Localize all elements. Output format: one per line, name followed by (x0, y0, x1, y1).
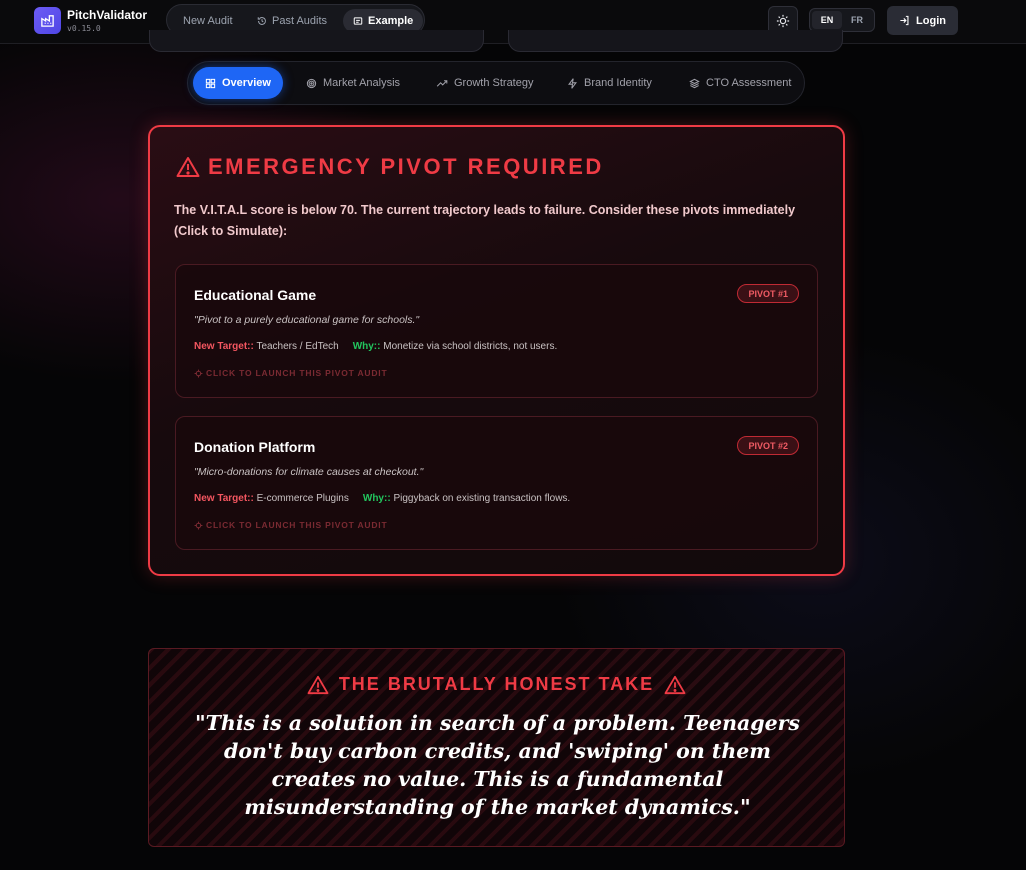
honest-take-title: THE BRUTALLY HONEST TAKE (149, 674, 844, 695)
pivot-badge: PIVOT #2 (737, 436, 799, 455)
language-switcher: EN FR (809, 8, 875, 32)
launch-label: CLICK TO LAUNCH THIS PIVOT AUDIT (206, 368, 388, 378)
warning-icon (307, 675, 329, 694)
emergency-description: The V.I.T.A.L score is below 70. The cur… (174, 203, 796, 238)
pivot-meta: New Target:: Teachers / EdTech Why:: Mon… (194, 341, 557, 352)
summary-card-left (149, 30, 484, 52)
launch-pivot-link[interactable]: CLICK TO LAUNCH THIS PIVOT AUDIT (194, 368, 387, 378)
pivot-badge: PIVOT #1 (737, 284, 799, 303)
lang-en-button[interactable]: EN (812, 11, 842, 29)
pivot-quote: "Pivot to a purely educational game for … (194, 314, 420, 326)
emergency-pivot-panel: EMERGENCY PIVOT REQUIRED The V.I.T.A.L s… (148, 125, 845, 576)
pivot-target: New Target:: E-commerce Plugins (194, 493, 349, 504)
crosshair-icon (194, 369, 203, 377)
tab-label: Brand Identity (584, 77, 652, 89)
target-label: New Target:: (194, 493, 254, 504)
brand-name: PitchValidator (67, 8, 148, 22)
why-value: Monetize via school districts, not users… (383, 341, 558, 352)
lang-fr-button[interactable]: FR (842, 11, 872, 29)
tab-brand-identity[interactable]: Brand Identity (555, 67, 664, 99)
sun-icon (776, 14, 790, 28)
tab-label: Market Analysis (323, 77, 401, 89)
honest-take-quote: "This is a solution in search of a probl… (195, 711, 800, 819)
pivot-meta: New Target:: E-commerce Plugins Why:: Pi… (194, 493, 570, 504)
file-icon (353, 17, 363, 25)
bolt-icon (568, 77, 577, 89)
login-icon (900, 15, 909, 26)
launch-label: CLICK TO LAUNCH THIS PIVOT AUDIT (206, 520, 388, 530)
target-value: Teachers / EdTech (256, 341, 339, 352)
factory-icon (41, 15, 54, 27)
tab-cto-assessment[interactable]: CTO Assessment (677, 67, 803, 99)
tab-overview[interactable]: Overview (193, 67, 283, 99)
target-value: E-commerce Plugins (256, 493, 349, 504)
pivot-card-1[interactable]: Educational Game PIVOT #1 "Pivot to a pu… (175, 264, 818, 398)
pivot-card-2[interactable]: Donation Platform PIVOT #2 "Micro-donati… (175, 416, 818, 550)
target-label: New Target:: (194, 341, 254, 352)
tab-growth-strategy[interactable]: Growth Strategy (424, 67, 545, 99)
crosshair-icon (194, 521, 203, 529)
pivot-quote: "Micro-donations for climate causes at c… (194, 466, 424, 478)
tab-label: Overview (222, 77, 271, 89)
honest-take-title-text: THE BRUTALLY HONEST TAKE (338, 674, 655, 694)
tab-label: Growth Strategy (454, 77, 534, 89)
trend-icon (436, 79, 448, 87)
honest-take-panel: THE BRUTALLY HONEST TAKE "This is a solu… (148, 648, 845, 847)
login-button[interactable]: Login (887, 6, 958, 35)
warning-icon (176, 157, 200, 177)
brand-version: v0.15.0 (67, 24, 101, 33)
summary-card-right (508, 30, 843, 52)
launch-pivot-link[interactable]: CLICK TO LAUNCH THIS PIVOT AUDIT (194, 520, 387, 530)
why-label: Why:: (362, 493, 391, 504)
nav-label: New Audit (183, 15, 233, 27)
nav-label: Example (368, 15, 414, 27)
pivot-target: New Target:: Teachers / EdTech (194, 341, 339, 352)
why-value: Piggyback on existing transaction flows. (393, 493, 571, 504)
why-label: Why:: (352, 341, 381, 352)
pivot-why: Why:: Piggyback on existing transaction … (363, 493, 570, 504)
emergency-title-text: EMERGENCY PIVOT REQUIRED (208, 154, 604, 179)
tab-market-analysis[interactable]: Market Analysis (294, 67, 412, 99)
pivot-title: Educational Game (194, 287, 317, 303)
report-tabs: Overview Market Analysis Growth Strategy… (187, 61, 805, 105)
app-logo[interactable] (34, 7, 61, 34)
layers-icon (689, 78, 700, 88)
grid-icon (205, 78, 216, 88)
nav-label: Past Audits (272, 15, 328, 27)
tab-label: CTO Assessment (706, 77, 792, 89)
target-icon (306, 78, 317, 88)
pivot-title: Donation Platform (194, 439, 316, 455)
pivot-why: Why:: Monetize via school districts, not… (353, 341, 558, 352)
warning-icon (664, 675, 686, 694)
login-label: Login (916, 14, 946, 27)
emergency-title: EMERGENCY PIVOT REQUIRED (176, 154, 604, 180)
history-icon (257, 17, 266, 25)
